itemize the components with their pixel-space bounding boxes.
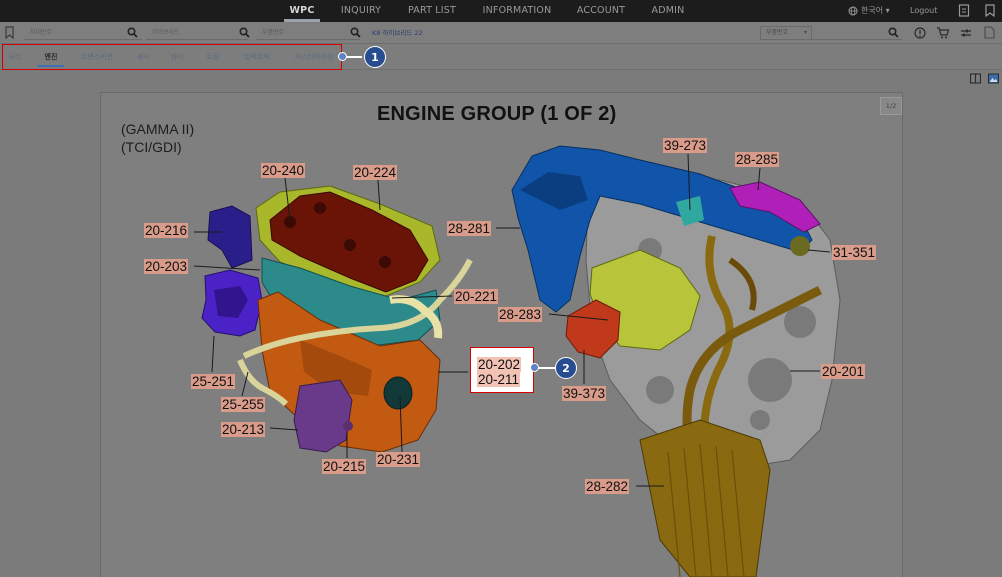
part-label-20-201[interactable]: 20-201 <box>821 364 866 379</box>
diagram-subtitle-type: (TCI/GDI) <box>121 139 182 155</box>
part-label-20-215[interactable]: 20-215 <box>322 459 367 474</box>
marker-dot <box>530 363 539 372</box>
part-label-39-273[interactable]: 39-273 <box>663 138 708 153</box>
part-label-28-282[interactable]: 28-282 <box>585 479 630 494</box>
part-label-31-351[interactable]: 31-351 <box>832 245 877 260</box>
marker-2: 2 <box>555 357 577 379</box>
part-label-20-240[interactable]: 20-240 <box>261 163 306 178</box>
diagram-subtitle-engine: (GAMMA II) <box>121 121 195 137</box>
part-label-28-281[interactable]: 28-281 <box>447 221 492 236</box>
part-label-39-373[interactable]: 39-373 <box>562 386 607 401</box>
part-label-25-255[interactable]: 25-255 <box>221 397 266 412</box>
part-label-20-224[interactable]: 20-224 <box>353 165 398 180</box>
part-label-20-231[interactable]: 20-231 <box>376 452 421 467</box>
marker-connector <box>536 367 556 369</box>
part-label-20-221[interactable]: 20-221 <box>454 289 499 304</box>
part-label-20-203[interactable]: 20-203 <box>144 259 189 274</box>
part-label-25-251[interactable]: 25-251 <box>191 374 236 389</box>
part-label-20-211[interactable]: 20-211 <box>477 372 521 387</box>
part-label-28-285[interactable]: 28-285 <box>735 152 780 167</box>
part-label-28-283[interactable]: 28-283 <box>498 307 543 322</box>
callout-highlight-box[interactable]: 20-202 20-211 <box>470 347 534 393</box>
page-number: 1/2 <box>880 97 902 115</box>
diagram-title: ENGINE GROUP (1 OF 2) <box>377 103 617 125</box>
engine-illustration <box>193 145 841 577</box>
part-label-20-202[interactable]: 20-202 <box>477 357 522 372</box>
part-label-20-213[interactable]: 20-213 <box>221 422 266 437</box>
part-label-20-216[interactable]: 20-216 <box>144 223 189 238</box>
